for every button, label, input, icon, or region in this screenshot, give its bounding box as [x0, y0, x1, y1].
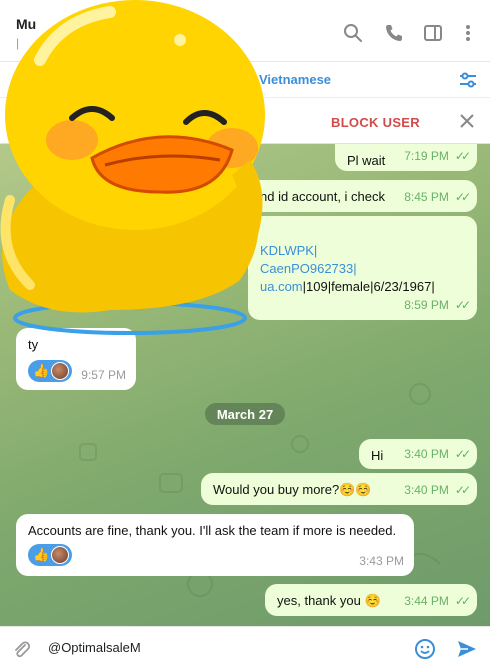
read-ticks-icon: ✓✓	[454, 190, 471, 204]
thumbs-up-icon: 👍	[33, 547, 50, 562]
message-text: ua.com|109|female|6/23/1967|	[260, 278, 465, 296]
message-time: 3:44 PM	[404, 594, 449, 608]
message-meta: 7:19 PM ✓✓	[404, 147, 471, 165]
message-link[interactable]: ua.com	[260, 279, 303, 294]
message-time: 3:43 PM	[359, 554, 404, 568]
emoji-icon[interactable]	[414, 638, 436, 660]
message-bubble[interactable]: ty 👍 9:57 PM	[16, 328, 136, 390]
message-time: 3:40 PM	[404, 483, 449, 497]
avatar	[51, 546, 70, 564]
attach-icon[interactable]	[10, 638, 32, 660]
message-bubble[interactable]: nd id account, i check 8:45 PM ✓✓	[248, 180, 477, 212]
message-time: 8:59 PM	[404, 298, 449, 312]
close-icon[interactable]	[456, 110, 478, 132]
read-ticks-icon: ✓✓	[454, 594, 471, 608]
message-link[interactable]: KDLWPK|	[260, 242, 465, 260]
message-text: yes, thank you	[277, 593, 361, 608]
smile-emoji: ☺️	[364, 593, 381, 608]
message-text: ty	[28, 337, 39, 352]
read-ticks-icon: ✓✓	[454, 149, 471, 163]
block-user-button[interactable]: BLOCK USER	[331, 115, 420, 130]
message-bubble[interactable]: Pl wait 7:19 PM ✓✓	[335, 144, 477, 171]
message-time: 8:45 PM	[404, 190, 449, 204]
message-meta: 3:44 PM ✓✓	[404, 592, 471, 610]
message-text: Would you buy more?	[213, 482, 340, 497]
reaction-badge[interactable]: 👍	[28, 544, 73, 566]
more-icon[interactable]	[457, 22, 479, 44]
composer-bar: @OptimalsaleM	[0, 626, 490, 670]
message-bubble[interactable]: yes, thank you ☺️ 3:44 PM ✓✓	[265, 584, 477, 616]
message-bubble[interactable]: Accounts are fine, thank you. I'll ask t…	[16, 514, 414, 576]
message-time: 3:40 PM	[404, 447, 449, 461]
message-meta: 8:45 PM ✓✓	[404, 188, 471, 206]
avatar	[51, 362, 70, 380]
message-meta: 3:40 PM ✓✓	[404, 445, 471, 463]
read-ticks-icon: ✓✓	[454, 447, 471, 461]
message-meta: 3:40 PM ✓✓	[404, 481, 471, 499]
thumbs-up-icon: 👍	[33, 363, 50, 378]
chat-title[interactable]: Mu	[16, 16, 36, 32]
date-separator: March 27	[205, 403, 285, 425]
chat-header: Mu |	[0, 0, 490, 62]
search-icon[interactable]	[342, 22, 364, 44]
message-bubble[interactable]: KDLWPK| CaenPO962733| ua.com|109|female|…	[248, 216, 477, 320]
message-meta: 9:57 PM	[81, 366, 126, 384]
send-icon[interactable]	[456, 638, 478, 660]
reaction-badge[interactable]: 👍	[28, 360, 73, 382]
message-time: 7:19 PM	[404, 149, 449, 163]
message-text-rest: |109|female|6/23/1967|	[302, 279, 435, 294]
read-ticks-icon: ✓✓	[454, 298, 471, 312]
message-bubble[interactable]: Would you buy more?☺️☺️ 3:40 PM ✓✓	[201, 473, 477, 505]
translate-language[interactable]: Vietnamese	[259, 72, 331, 87]
read-ticks-icon: ✓✓	[454, 483, 471, 497]
sliders-icon[interactable]	[457, 69, 479, 91]
message-time: 9:57 PM	[81, 368, 126, 382]
message-meta: 3:43 PM	[359, 552, 404, 570]
translate-bar: Vietnamese	[0, 62, 490, 98]
message-text: Accounts are fine, thank you. I'll ask t…	[28, 523, 397, 538]
message-text: Hi	[371, 448, 384, 463]
chat-subtitle: |	[16, 36, 20, 50]
message-link[interactable]: CaenPO962733|	[260, 260, 465, 278]
message-text: nd id account, i check	[260, 189, 386, 204]
phone-icon[interactable]	[383, 22, 405, 44]
block-user-bar: BLOCK USER	[0, 98, 490, 144]
smile-emoji: ☺️☺️	[339, 482, 372, 497]
sidebar-icon[interactable]	[422, 22, 444, 44]
message-text: Pl wait	[347, 153, 386, 168]
message-meta: 8:59 PM ✓✓	[404, 296, 471, 314]
message-bubble[interactable]: Hi 3:40 PM ✓✓	[359, 439, 477, 469]
message-list[interactable]: Pl wait 7:19 PM ✓✓ nd id account, i chec…	[0, 144, 490, 626]
message-input[interactable]: @OptimalsaleM	[48, 640, 141, 655]
